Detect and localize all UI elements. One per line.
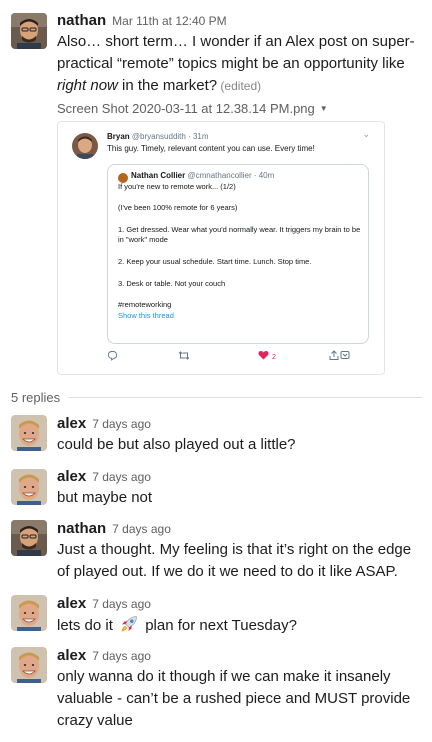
like-count: 2 bbox=[272, 354, 276, 361]
avatar-nathan[interactable] bbox=[11, 13, 47, 49]
tweet-actions: 2 bbox=[107, 350, 369, 364]
tweet-handle: @bryansuddith · 31m bbox=[131, 132, 209, 141]
chevron-down-icon[interactable]: ▼ bbox=[320, 104, 328, 113]
edited-label: (edited) bbox=[217, 79, 262, 93]
quoted-author-name: Nathan Collier bbox=[131, 171, 186, 180]
quoted-line: 2. Keep your usual schedule. Start time.… bbox=[118, 257, 312, 266]
reply-count[interactable]: 5 replies bbox=[11, 390, 67, 405]
timestamp[interactable]: Mar 11th at 12:40 PM bbox=[112, 14, 227, 28]
quoted-hashtag: #remoteworking bbox=[118, 300, 172, 309]
italic-text: right now bbox=[57, 77, 118, 94]
file-name[interactable]: Screen Shot 2020-03-11 at 12.38.14 PM.pn… bbox=[57, 101, 315, 116]
tweet-chevron-icon: ⌄ bbox=[362, 129, 370, 139]
message-line: Just a thought. My feeling is that it’s … bbox=[57, 541, 412, 558]
image-attachment[interactable]: Bryan @bryansuddith · 31m ⌄ This guy. Ti… bbox=[57, 121, 385, 375]
quoted-author: Nathan Collier @cmnathancollier · 40m bbox=[131, 171, 274, 180]
message-text: only wanna do it though if we can make i… bbox=[57, 666, 422, 732]
quoted-line: 3. Desk or table. Not your couch bbox=[118, 279, 226, 288]
message-text: but maybe not bbox=[57, 489, 153, 506]
message-text: Just a thought. My feeling is that it’s … bbox=[57, 539, 422, 583]
show-thread-link: Show this thread bbox=[118, 311, 174, 320]
author-name[interactable]: nathan bbox=[57, 12, 106, 29]
message-line: valuable - can’t be a rushed piece and M… bbox=[57, 690, 411, 707]
reply-message: alex 7 days ago lets do it plan for next … bbox=[0, 590, 432, 642]
message-text: lets do it plan for next Tuesday? bbox=[57, 614, 422, 641]
tweet-author-name: Bryan bbox=[107, 132, 130, 141]
message-line: of played out. If we do it we need to do… bbox=[57, 563, 398, 580]
avatar-alex[interactable] bbox=[11, 647, 47, 683]
timestamp[interactable]: 7 days ago bbox=[92, 470, 151, 484]
message-text: could be but also played out a little? bbox=[57, 436, 296, 453]
avatar-alex[interactable] bbox=[11, 469, 47, 505]
reply-icon bbox=[107, 350, 118, 363]
timestamp[interactable]: 7 days ago bbox=[92, 649, 151, 663]
timestamp[interactable]: 7 days ago bbox=[112, 522, 171, 536]
tweet-avatar bbox=[72, 133, 98, 159]
avatar-nathan[interactable] bbox=[11, 520, 47, 556]
divider bbox=[69, 397, 422, 398]
reply-message: alex 7 days ago could be but also played … bbox=[0, 410, 432, 462]
message-line: Also… short term… I wonder if an Alex po… bbox=[57, 33, 415, 50]
author-name[interactable]: alex bbox=[57, 647, 86, 664]
share-icon bbox=[329, 350, 351, 363]
reply-message: alex 7 days ago but maybe not bbox=[0, 464, 432, 516]
file-attachment-header[interactable]: Screen Shot 2020-03-11 at 12.38.14 PM.pn… bbox=[57, 99, 422, 121]
replies-divider: 5 replies bbox=[11, 389, 422, 405]
author-name[interactable]: alex bbox=[57, 595, 86, 612]
heart-icon: 2 bbox=[258, 350, 276, 362]
message-line: crazy value bbox=[57, 712, 133, 729]
avatar-alex[interactable] bbox=[11, 595, 47, 631]
author-name[interactable]: alex bbox=[57, 468, 86, 485]
reply-message: alex 7 days ago only wanna do it though i… bbox=[0, 642, 432, 742]
retweet-icon bbox=[178, 350, 190, 363]
message-text-after: plan for next Tuesday? bbox=[141, 617, 297, 634]
quoted-line: 1. Get dressed. Wear what you'd normally… bbox=[118, 225, 361, 234]
quoted-line: If you're new to remote work... (1/2) bbox=[118, 182, 236, 191]
message-line: right now in the market? (edited) bbox=[57, 75, 422, 97]
quoted-line: (I've been 100% remote for 6 years) bbox=[118, 203, 238, 212]
message-text-rest: in the market? bbox=[117, 77, 218, 94]
parent-message: nathan Mar 11th at 12:40 PM Also… short t… bbox=[0, 0, 432, 380]
quoted-line: in "work" mode bbox=[118, 235, 168, 244]
timestamp[interactable]: 7 days ago bbox=[92, 417, 151, 431]
tweet-text: This guy. Timely, relevant content you c… bbox=[107, 144, 315, 153]
avatar-alex[interactable] bbox=[11, 415, 47, 451]
quoted-tweet: Nathan Collier @cmnathancollier · 40m If… bbox=[107, 164, 369, 344]
message-text-before: lets do it bbox=[57, 617, 118, 634]
quoted-handle: @cmnathancollier · 40m bbox=[187, 171, 275, 180]
author-name[interactable]: alex bbox=[57, 415, 86, 432]
message-text: Also… short term… I wonder if an Alex po… bbox=[57, 31, 422, 97]
message-line: practical “remote” topics might be an op… bbox=[57, 55, 405, 72]
timestamp[interactable]: 7 days ago bbox=[92, 597, 151, 611]
message-line: only wanna do it though if we can make i… bbox=[57, 668, 391, 685]
rocket-icon bbox=[119, 614, 139, 641]
tweet-author: Bryan @bryansuddith · 31m bbox=[107, 132, 209, 141]
reply-message: nathan 7 days ago Just a thought. My feel… bbox=[0, 515, 432, 587]
author-name[interactable]: nathan bbox=[57, 520, 106, 537]
